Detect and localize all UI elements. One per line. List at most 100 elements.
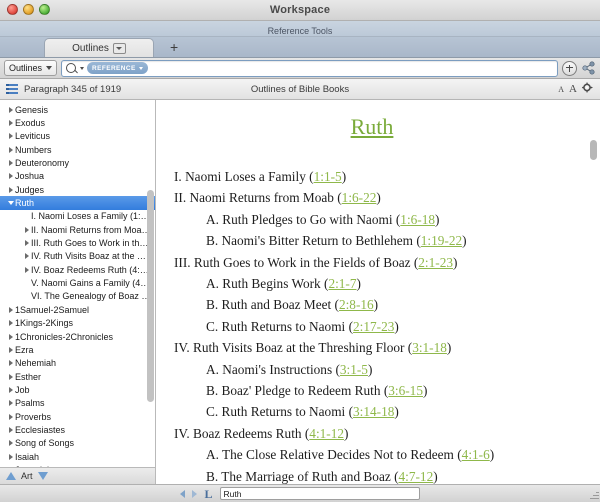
sidebar-item[interactable]: Leviticus <box>0 130 155 143</box>
disclosure-closed-icon[interactable] <box>22 253 31 259</box>
book-tree[interactable]: Genesis Exodus Leviticus Numbers Deuteronomy… <box>0 100 155 467</box>
locator-input[interactable]: Ruth <box>219 487 420 500</box>
sidebar-item[interactable]: Song of Songs <box>0 437 155 450</box>
scripture-reference-link[interactable]: 3:14-18 <box>353 404 394 419</box>
scripture-reference-link[interactable]: 1:1-5 <box>314 169 342 184</box>
sidebar-item-label: II. Naomi Returns from Moab (1:6… <box>31 224 151 235</box>
gear-icon[interactable] <box>582 82 593 96</box>
sidebar-item[interactable]: Jeremiah <box>0 463 155 467</box>
scripture-reference-link[interactable]: 2:1-23 <box>418 255 453 270</box>
disclosure-closed-icon[interactable] <box>6 454 15 460</box>
disclosure-closed-icon[interactable] <box>6 133 15 139</box>
disclosure-closed-icon[interactable] <box>6 173 15 179</box>
resize-grip[interactable] <box>587 489 599 501</box>
disclosure-closed-icon[interactable] <box>6 120 15 126</box>
sidebar-scrollbar-thumb[interactable] <box>147 189 154 403</box>
sidebar-item[interactable]: Psalms <box>0 397 155 410</box>
search-token-reference[interactable]: REFERENCE <box>87 62 148 74</box>
scroll-down-icon[interactable] <box>37 472 48 480</box>
document-scrollbar-thumb[interactable] <box>590 140 597 160</box>
disclosure-closed-icon[interactable] <box>6 160 15 166</box>
sidebar-item[interactable]: Judges <box>0 183 155 196</box>
scope-dropdown-label: Outlines <box>9 63 43 73</box>
sidebar-item[interactable]: Job <box>0 383 155 396</box>
disclosure-closed-icon[interactable] <box>6 427 15 433</box>
sidebar-item[interactable]: Genesis <box>0 103 155 116</box>
close-button[interactable] <box>7 4 18 15</box>
sidebar-item[interactable]: Ruth <box>0 196 155 210</box>
sidebar-item[interactable]: Nehemiah <box>0 357 155 370</box>
disclosure-closed-icon[interactable] <box>6 414 15 420</box>
nav-back-icon[interactable] <box>180 489 186 498</box>
scripture-reference-link[interactable]: 1:6-22 <box>342 190 377 205</box>
sidebar-item[interactable]: II. Naomi Returns from Moab (1:6… <box>0 223 155 236</box>
decrease-font-button[interactable]: A <box>558 85 564 94</box>
scripture-reference-link[interactable]: 3:1-5 <box>340 362 368 377</box>
outline-entry: A. The Close Relative Decides Not to Red… <box>166 444 578 465</box>
sidebar-item[interactable]: I. Naomi Loses a Family (1:1-5) <box>0 210 155 223</box>
scripture-reference-link[interactable]: 4:7-12 <box>399 469 434 484</box>
disclosure-closed-icon[interactable] <box>6 107 15 113</box>
sidebar-item[interactable]: VI. The Genealogy of Boaz (4:18-22) <box>0 290 155 303</box>
disclosure-closed-icon[interactable] <box>6 347 15 353</box>
nav-forward-icon[interactable] <box>192 489 198 498</box>
list-view-icon[interactable] <box>6 84 18 94</box>
share-icon[interactable] <box>581 61 596 75</box>
disclosure-closed-icon[interactable] <box>6 320 15 326</box>
disclosure-closed-icon[interactable] <box>6 374 15 380</box>
document-scrollbar[interactable] <box>590 126 597 478</box>
sidebar-item[interactable]: 1Samuel-2Samuel <box>0 303 155 316</box>
scripture-reference-link[interactable]: 4:1-6 <box>462 447 490 462</box>
plus-circle-icon[interactable] <box>562 60 577 76</box>
search-input[interactable]: REFERENCE <box>61 59 558 77</box>
scope-dropdown[interactable]: Outlines <box>4 60 58 76</box>
sidebar-item[interactable]: III. Ruth Goes to Work in the Field… <box>0 236 155 249</box>
outline-entry-text: B. Ruth and Boaz Meet <box>206 297 335 313</box>
sidebar-item[interactable]: IV. Boaz Redeems Ruth (4:1-12) <box>0 263 155 276</box>
outline-entry-text: C. Ruth Returns to Naomi <box>206 404 349 420</box>
scripture-reference-link[interactable]: 1:6-18 <box>400 212 435 227</box>
new-tab-button[interactable]: + <box>170 38 178 57</box>
disclosure-closed-icon[interactable] <box>6 187 15 193</box>
chevron-down-icon <box>138 66 143 70</box>
disclosure-closed-icon[interactable] <box>6 334 15 340</box>
sidebar-item[interactable]: Isaiah <box>0 450 155 463</box>
disclosure-closed-icon[interactable] <box>6 440 15 446</box>
minimize-button[interactable] <box>23 4 34 15</box>
chevron-down-icon[interactable] <box>112 42 126 54</box>
sidebar-item[interactable]: Numbers <box>0 143 155 156</box>
disclosure-open-icon[interactable] <box>6 201 15 205</box>
sidebar-item[interactable]: Exodus <box>0 116 155 129</box>
scripture-reference-link[interactable]: 4:1-12 <box>309 426 344 441</box>
sidebar-item[interactable]: 1Chronicles-2Chronicles <box>0 330 155 343</box>
zoom-button[interactable] <box>39 4 50 15</box>
scripture-reference-link[interactable]: 1:19-22 <box>421 233 462 248</box>
scripture-reference-link[interactable]: 2:17-23 <box>353 319 394 334</box>
sidebar-item[interactable]: Proverbs <box>0 410 155 423</box>
sidebar-item[interactable]: V. Naomi Gains a Family (4:13-17) <box>0 276 155 289</box>
scroll-up-icon[interactable] <box>6 472 16 480</box>
sidebar-item[interactable]: Esther <box>0 370 155 383</box>
sidebar-item[interactable]: IV. Ruth Visits Boaz at the Threshi… <box>0 250 155 263</box>
sidebar-item[interactable]: Deuteronomy <box>0 156 155 169</box>
disclosure-closed-icon[interactable] <box>6 307 15 313</box>
tab-outlines[interactable]: Outlines <box>44 38 154 57</box>
sidebar-item[interactable]: Ezra <box>0 343 155 356</box>
disclosure-closed-icon[interactable] <box>22 240 31 246</box>
disclosure-closed-icon[interactable] <box>22 267 31 273</box>
scripture-reference-link[interactable]: 2:8-16 <box>339 297 374 312</box>
sidebar-item[interactable]: Joshua <box>0 170 155 183</box>
disclosure-closed-icon[interactable] <box>6 360 15 366</box>
disclosure-closed-icon[interactable] <box>22 227 31 233</box>
disclosure-closed-icon[interactable] <box>6 400 15 406</box>
increase-font-button[interactable]: A <box>569 83 577 95</box>
disclosure-closed-icon[interactable] <box>6 147 15 153</box>
scripture-reference-link[interactable]: 3:6-15 <box>388 383 423 398</box>
sidebar-item[interactable]: 1Kings-2Kings <box>0 317 155 330</box>
scripture-reference-link[interactable]: 3:1-18 <box>412 340 447 355</box>
chevron-down-icon[interactable] <box>80 66 85 70</box>
sidebar-item[interactable]: Ecclesiastes <box>0 423 155 436</box>
disclosure-closed-icon[interactable] <box>6 387 15 393</box>
sidebar-scrollbar[interactable] <box>147 102 154 468</box>
scripture-reference-link[interactable]: 2:1-7 <box>328 276 356 291</box>
